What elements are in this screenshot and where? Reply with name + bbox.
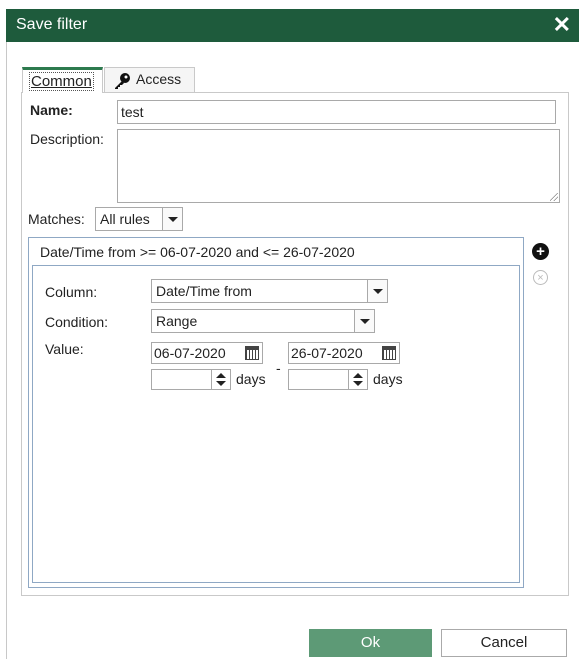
tab-common-label: Common [29,72,94,91]
date-from-input[interactable]: 06-07-2020 [151,342,263,364]
days-from-stepper[interactable] [151,369,231,390]
date-to-input[interactable]: 26-07-2020 [288,342,400,364]
calendar-icon[interactable] [382,346,396,360]
name-input[interactable] [117,100,556,124]
matches-select[interactable]: All rules [95,207,183,231]
close-icon[interactable]: ✕ [553,12,571,38]
chevron-down-icon[interactable] [354,310,374,332]
key-icon [115,73,130,89]
stepper-arrows[interactable] [348,370,367,389]
cancel-button[interactable]: Cancel [441,629,567,657]
days-from-unit: days [236,371,266,387]
dialog-titlebar[interactable]: Save filter ✕ [6,9,579,42]
matches-select-value: All rules [100,211,150,227]
date-to-value: 26-07-2020 [291,345,363,361]
days-to-stepper[interactable] [288,369,368,390]
save-filter-dialog: Save filter ✕ Common Access Name: Descri… [0,0,579,659]
add-rule-icon[interactable]: + [532,243,549,260]
remove-rule-icon[interactable]: × [533,270,548,285]
matches-label: Matches: [28,211,85,227]
days-to-unit: days [373,371,403,387]
resize-grip-icon[interactable] [550,193,558,201]
dialog-title: Save filter [16,16,88,33]
ok-button[interactable]: Ok [309,629,432,657]
stepper-arrows[interactable] [211,370,230,389]
condition-label: Condition: [45,314,109,330]
condition-select[interactable]: Range [151,309,375,333]
calendar-icon[interactable] [245,346,259,360]
chevron-down-icon[interactable] [367,280,387,302]
tab-access[interactable]: Access [104,67,195,93]
description-textarea[interactable] [117,129,560,203]
range-separator: - [276,360,281,376]
arrow-up-icon[interactable] [216,373,226,378]
dialog-border [6,42,7,659]
description-label: Description: [30,131,104,147]
arrow-down-icon[interactable] [353,381,363,386]
chevron-down-icon[interactable] [162,208,182,230]
arrow-up-icon[interactable] [353,373,363,378]
name-label: Name: [30,102,73,118]
tab-common[interactable]: Common [22,67,103,93]
value-label: Value: [45,341,84,357]
column-select-value: Date/Time from [156,283,252,299]
condition-select-value: Range [156,313,198,329]
rule-summary[interactable]: Date/Time from >= 06-07-2020 and <= 26-0… [40,244,355,260]
column-label: Column: [45,284,98,300]
arrow-down-icon[interactable] [216,381,226,386]
column-select[interactable]: Date/Time from [151,279,388,303]
date-from-value: 06-07-2020 [154,345,226,361]
tab-access-label: Access [136,71,182,87]
